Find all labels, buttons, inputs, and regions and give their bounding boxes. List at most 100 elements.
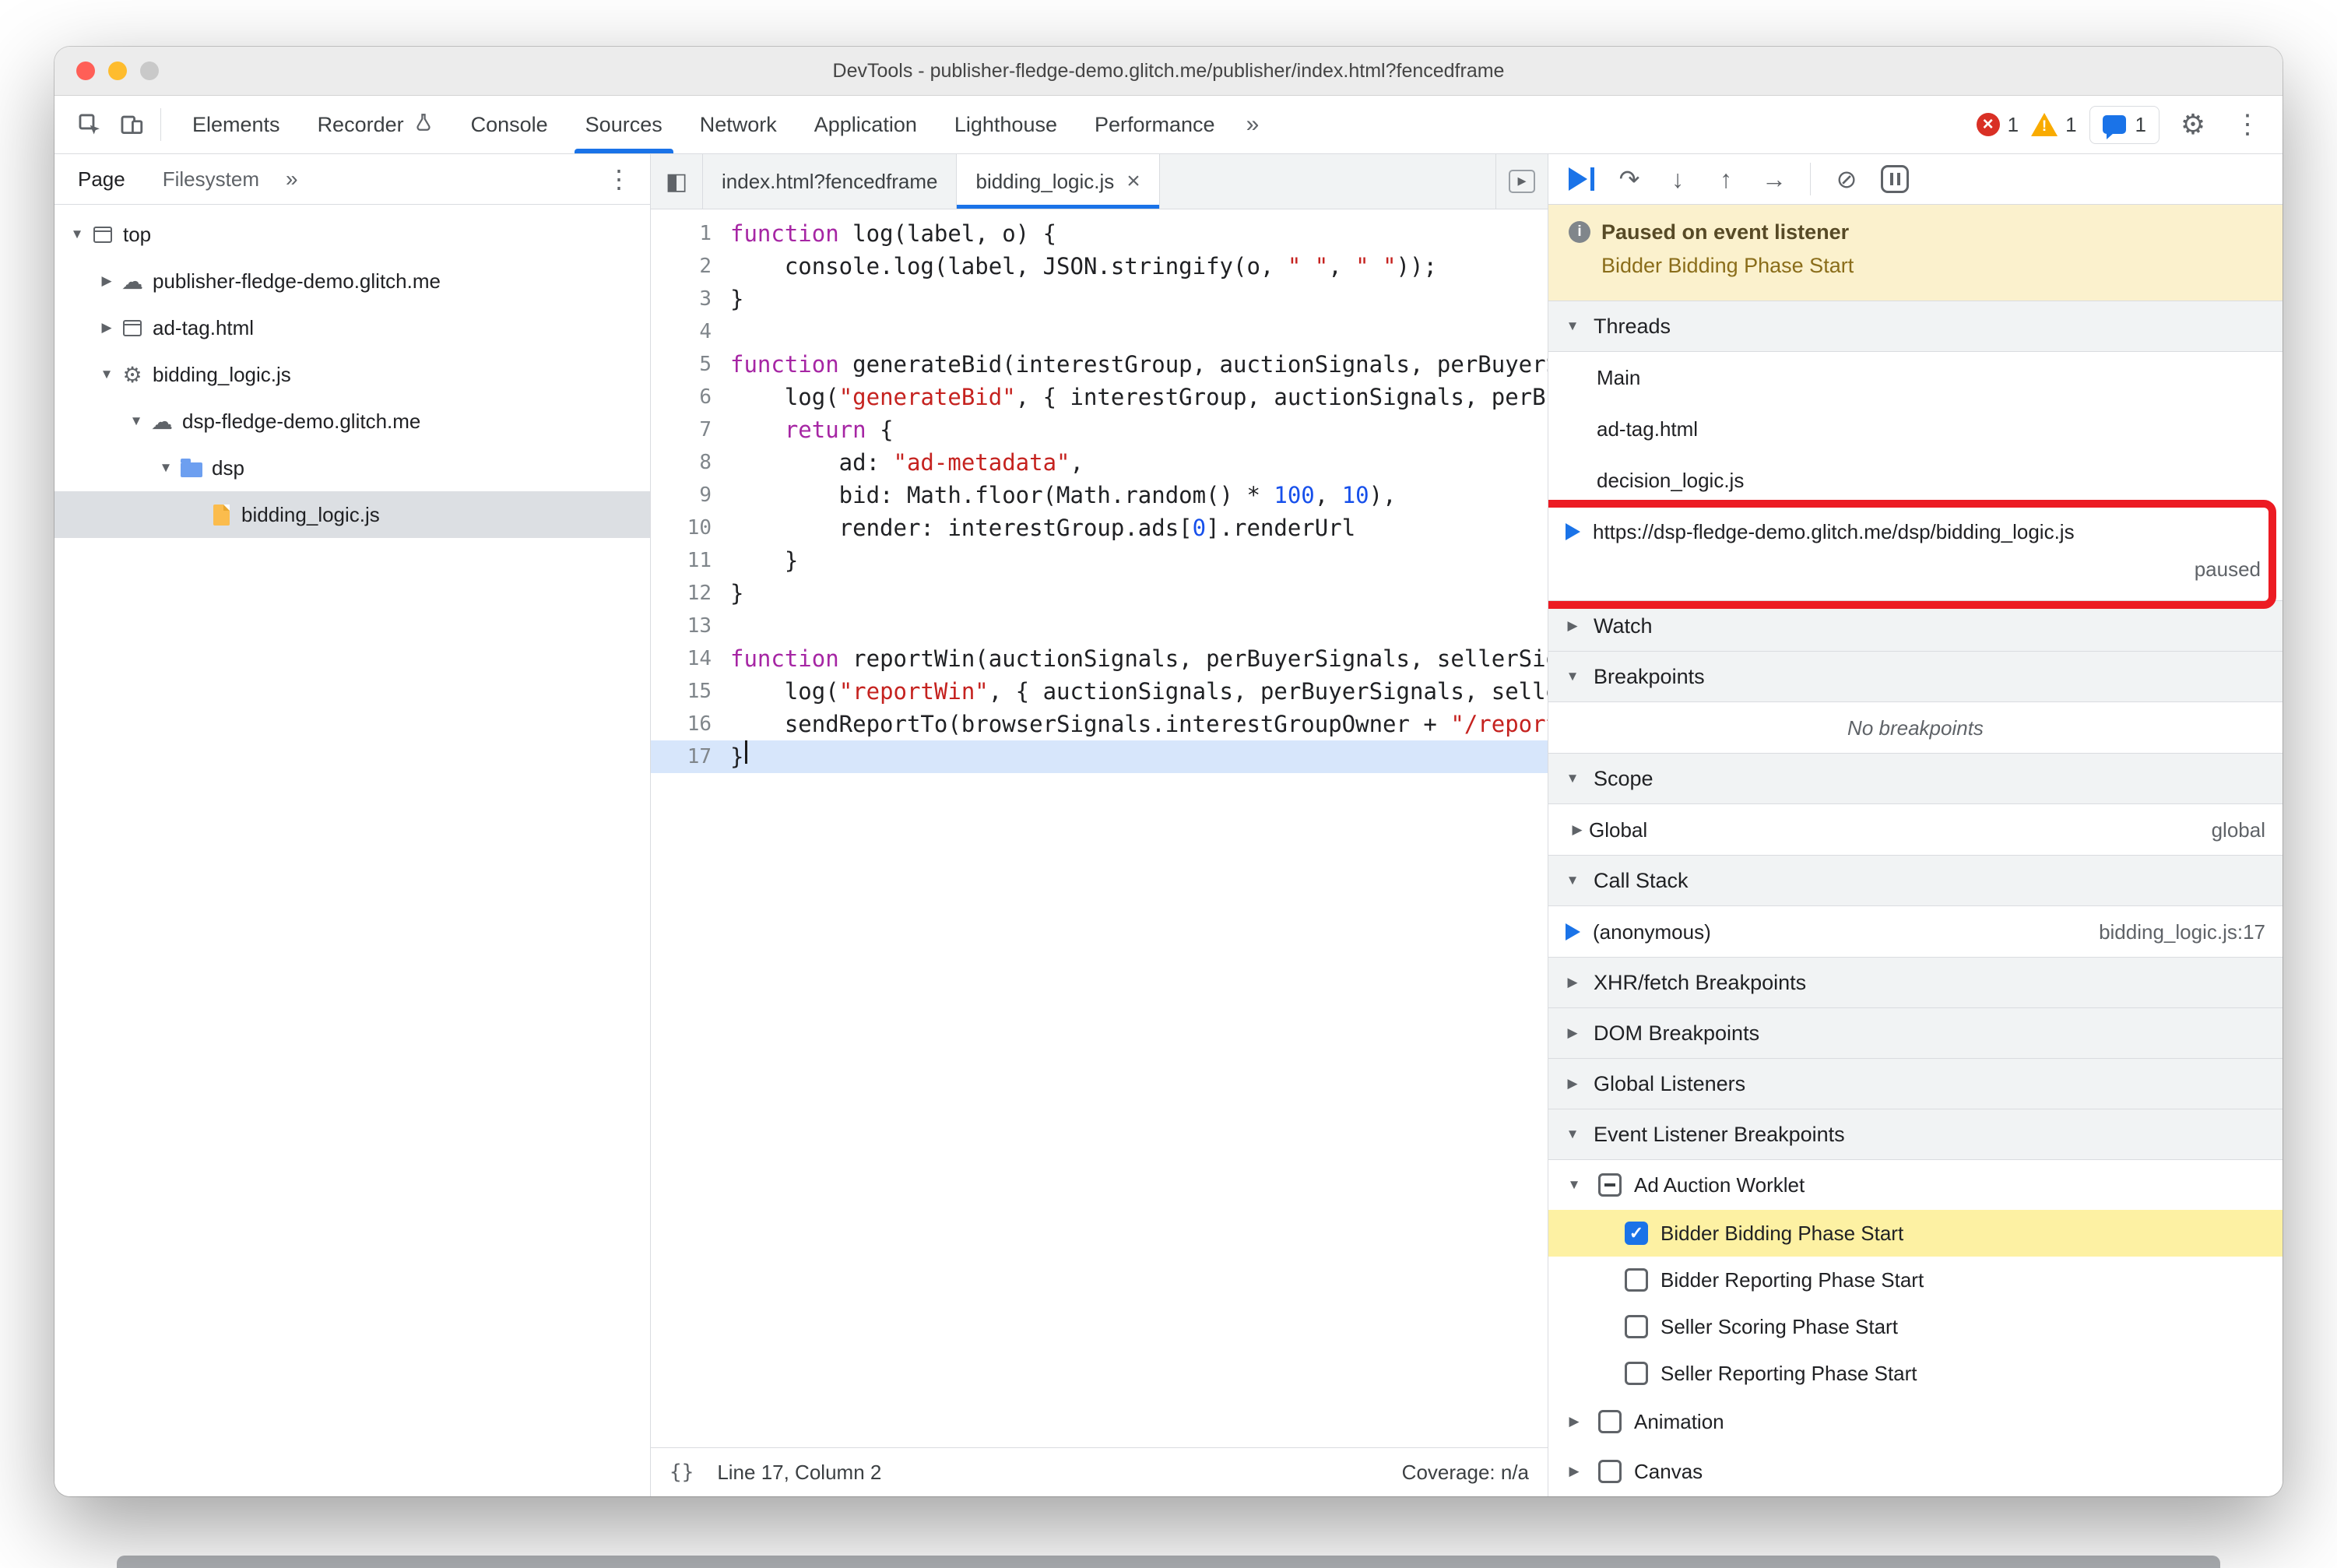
editor-tab[interactable]: index.html?fencedframe [703,154,958,209]
code-line[interactable]: 7 return { [651,413,1548,446]
inspect-element-icon[interactable] [69,104,111,146]
twisty-icon[interactable]: ▼ [154,460,177,476]
threads-section-header[interactable]: ▼ Threads [1548,301,2283,352]
checkbox[interactable]: ✓ [1625,1222,1648,1245]
more-panels-button[interactable]: » [1234,111,1272,138]
close-window-button[interactable] [76,62,95,80]
line-number[interactable]: 15 [651,675,730,708]
navigator-kebab-icon[interactable]: ⋮ [592,164,645,194]
code-line[interactable]: 15 log("reportWin", { auctionSignals, pe… [651,675,1548,708]
watch-section-header[interactable]: ▶ Watch [1548,600,2283,652]
checkbox[interactable] [1625,1268,1648,1292]
code-line[interactable]: 11 } [651,544,1548,577]
line-number[interactable]: 10 [651,512,730,544]
tree-item[interactable]: ▼ ☁ dsp-fledge-demo.glitch.me [54,398,650,445]
pretty-print-icon[interactable]: {} [669,1461,694,1484]
settings-gear-icon[interactable]: ⚙ [2172,104,2214,146]
resume-button[interactable] [1561,159,1601,199]
checkbox[interactable] [1598,1460,1622,1483]
elb-item[interactable]: Seller Reporting Phase Start [1548,1350,2283,1397]
breakpoints-section-header[interactable]: ▼ Breakpoints [1548,651,2283,702]
deactivate-breakpoints-button[interactable]: ⊘ [1826,159,1867,199]
step-over-button[interactable]: ↷ [1609,159,1650,199]
thread-item[interactable]: Main [1548,352,2283,403]
step-button[interactable]: → [1754,159,1794,199]
elb-group[interactable]: ▶ Canvas [1548,1447,2283,1496]
twisty-icon[interactable]: ▶ [95,273,118,289]
step-into-button[interactable]: ↓ [1657,159,1698,199]
event-listener-breakpoints-section-header[interactable]: ▼ Event Listener Breakpoints [1548,1109,2283,1160]
more-navigator-tabs-button[interactable]: » [278,167,306,192]
line-number[interactable]: 5 [651,348,730,381]
line-number[interactable]: 17 [651,740,730,773]
tree-item[interactable]: bidding_logic.js [54,491,650,538]
tab-application[interactable]: Application [796,96,936,153]
pause-on-exceptions-button[interactable] [1875,159,1915,199]
editor-tab[interactable]: bidding_logic.js × [957,154,1160,209]
main-menu-kebab-icon[interactable]: ⋮ [2226,104,2268,146]
code-line[interactable]: 9 bid: Math.floor(Math.random() * 100, 1… [651,479,1548,512]
warnings-badge[interactable]: ! 1 [2031,113,2077,137]
line-number[interactable]: 7 [651,413,730,446]
line-number[interactable]: 4 [651,315,730,348]
line-number[interactable]: 6 [651,381,730,413]
code-line[interactable]: 16 sendReportTo(browserSignals.interestG… [651,708,1548,740]
line-number[interactable]: 13 [651,610,730,642]
code-editor[interactable]: 1 function log(label, o) {2 console.log(l… [651,209,1548,1447]
line-number[interactable]: 2 [651,250,730,283]
close-icon[interactable]: × [1126,170,1140,193]
tab-network[interactable]: Network [681,96,796,153]
code-line[interactable]: 13 [651,610,1548,642]
twisty-icon[interactable]: ▶ [95,320,118,336]
tab-elements[interactable]: Elements [174,96,299,153]
editor-overflow-icon[interactable]: ▸ [1495,154,1548,209]
xhr-breakpoints-section-header[interactable]: ▶ XHR/fetch Breakpoints [1548,957,2283,1008]
code-line[interactable]: 4 [651,315,1548,348]
checkbox[interactable] [1598,1173,1622,1197]
code-line[interactable]: 3} [651,283,1548,315]
elb-group[interactable]: ▼ Ad Auction Worklet [1548,1160,2283,1210]
issues-button[interactable]: 1 [2089,105,2160,144]
elb-item[interactable]: Seller Scoring Phase Start [1548,1303,2283,1350]
tree-item[interactable]: ▼ dsp [54,445,650,491]
dom-breakpoints-section-header[interactable]: ▶ DOM Breakpoints [1548,1007,2283,1059]
scope-item[interactable]: ▶ Global global [1548,804,2283,856]
line-number[interactable]: 9 [651,479,730,512]
zoom-window-button[interactable] [140,62,159,80]
line-number[interactable]: 11 [651,544,730,577]
twisty-icon[interactable]: ▼ [1562,1177,1586,1193]
errors-badge[interactable]: × 1 [1976,113,2019,137]
line-number[interactable]: 12 [651,577,730,610]
tab-sources[interactable]: Sources [567,96,681,153]
checkbox[interactable] [1598,1410,1622,1433]
twisty-icon[interactable]: ▶ [1562,1414,1586,1429]
line-number[interactable]: 1 [651,217,730,250]
code-line[interactable]: 17} [651,740,1548,773]
twisty-icon[interactable]: ▼ [125,413,148,429]
checkbox[interactable] [1625,1362,1648,1385]
elb-group[interactable]: ▶ Animation [1548,1397,2283,1447]
code-line[interactable]: 5 function generateBid(interestGroup, auc… [651,348,1548,381]
elb-item[interactable]: ✓ Bidder Bidding Phase Start [1548,1210,2283,1257]
thread-item[interactable]: decision_logic.js [1548,455,2283,506]
tab-performance[interactable]: Performance [1076,96,1234,153]
call-stack-frame[interactable]: (anonymous) bidding_logic.js:17 [1548,906,2283,958]
code-line[interactable]: 2 console.log(label, JSON.stringify(o, "… [651,250,1548,283]
tree-item[interactable]: ▶ ☁ publisher-fledge-demo.glitch.me [54,258,650,304]
tab-filesystem[interactable]: Filesystem [144,154,278,204]
twisty-icon[interactable]: ▶ [1566,822,1589,838]
twisty-icon[interactable]: ▼ [65,227,89,242]
tree-item[interactable]: ▶ ad-tag.html [54,304,650,351]
code-line[interactable]: 6 log("generateBid", { interestGroup, au… [651,381,1548,413]
line-number[interactable]: 3 [651,283,730,315]
device-toolbar-icon[interactable] [111,104,153,146]
twisty-icon[interactable]: ▼ [95,367,118,382]
thread-item[interactable]: https://dsp-fledge-demo.glitch.me/dsp/bi… [1548,506,2283,557]
scope-section-header[interactable]: ▼ Scope [1548,753,2283,804]
code-line[interactable]: 12} [651,577,1548,610]
call-stack-section-header[interactable]: ▼ Call Stack [1548,855,2283,906]
line-number[interactable]: 8 [651,446,730,479]
elb-item[interactable]: Bidder Reporting Phase Start [1548,1257,2283,1303]
tree-item[interactable]: ▼ top [54,211,650,258]
code-line[interactable]: 8 ad: "ad-metadata", [651,446,1548,479]
